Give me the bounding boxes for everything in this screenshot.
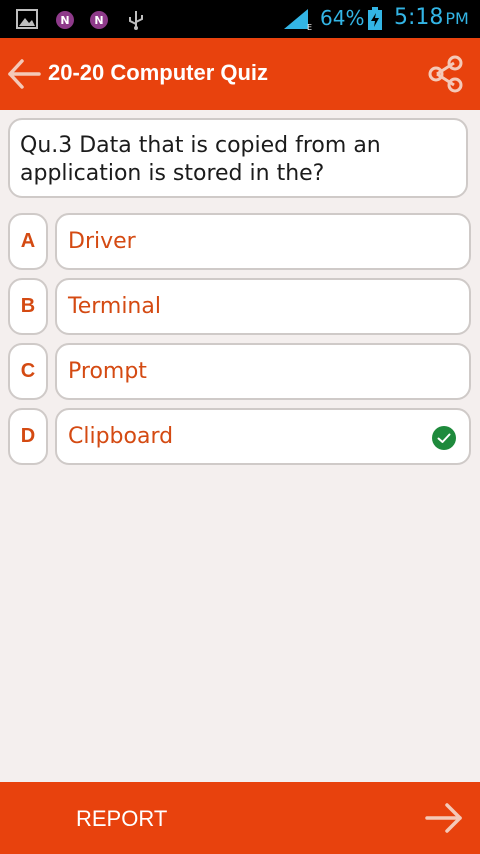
app-title: 20-20 Computer Quiz <box>48 60 269 85</box>
share-icon[interactable] <box>426 54 466 94</box>
option-a[interactable]: A Driver <box>8 213 472 270</box>
option-text[interactable]: Driver <box>55 213 471 270</box>
battery-percent: 64% <box>320 6 365 30</box>
arrow-right-icon[interactable] <box>424 800 464 836</box>
svg-text:N: N <box>94 14 103 27</box>
option-letter[interactable]: B <box>8 278 48 335</box>
option-text[interactable]: Terminal <box>55 278 471 335</box>
status-bar: N N E 64% 5:18 PM <box>0 0 480 38</box>
onenote-icon: N <box>56 11 74 29</box>
option-letter[interactable]: C <box>8 343 48 400</box>
svg-text:N: N <box>60 14 69 27</box>
question-card: Qu.3 Data that is copied from an applica… <box>8 118 468 198</box>
app-bar: 20-20 Computer Quiz <box>0 38 480 110</box>
report-button[interactable]: REPORT <box>76 806 167 832</box>
option-b[interactable]: B Terminal <box>8 278 472 335</box>
option-text[interactable]: Prompt <box>55 343 471 400</box>
clock-ampm: PM <box>445 9 469 28</box>
signal-icon: E <box>284 9 312 31</box>
option-text-selected[interactable]: Clipboard <box>55 408 471 465</box>
option-letter[interactable]: A <box>8 213 48 270</box>
clock: 5:18 PM <box>394 5 469 30</box>
onenote-icon: N <box>90 11 108 29</box>
battery-charging-icon <box>368 7 382 30</box>
usb-icon <box>129 11 143 30</box>
gallery-icon <box>16 9 38 29</box>
option-c[interactable]: C Prompt <box>8 343 472 400</box>
option-text-label: Clipboard <box>68 424 174 449</box>
option-letter[interactable]: D <box>8 408 48 465</box>
option-d[interactable]: D Clipboard <box>8 408 472 465</box>
bottom-bar: REPORT <box>0 782 480 854</box>
clock-time: 5:18 <box>394 5 444 30</box>
arrow-left-icon[interactable] <box>6 56 42 92</box>
check-circle-icon <box>432 426 456 450</box>
svg-text:E: E <box>307 23 312 31</box>
